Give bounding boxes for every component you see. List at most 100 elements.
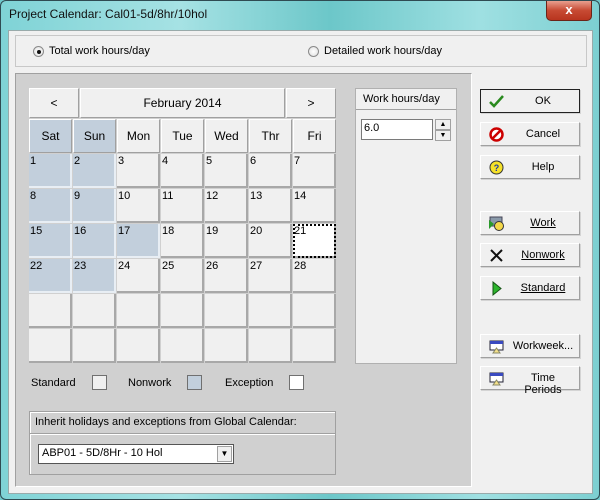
legend-nonwork-label: Nonwork	[128, 377, 172, 389]
spin-up-icon[interactable]: ▲	[435, 119, 451, 130]
cancel-label: Cancel	[525, 128, 561, 140]
title-bar: Project Calendar: Cal01-5d/8hr/10hol x	[1, 1, 599, 28]
calendar-day-empty[interactable]	[249, 294, 292, 328]
calendar-day-6[interactable]: 6	[249, 154, 292, 188]
calendar-day-22[interactable]: 22	[29, 259, 72, 293]
play-triangle-icon	[492, 280, 502, 297]
calendar-day-12[interactable]: 12	[205, 189, 248, 223]
calendar-day-empty[interactable]	[29, 294, 72, 328]
help-label: Help	[531, 161, 555, 173]
time-periods-label: Time Periods	[524, 372, 562, 396]
calendar-day-9[interactable]: 9	[73, 189, 116, 223]
calendar-day-10[interactable]: 10	[117, 189, 160, 223]
calendar-day-28[interactable]: 28	[293, 259, 336, 293]
weekday-header-mon[interactable]: Mon	[117, 119, 160, 153]
weekday-header-sat[interactable]: Sat	[29, 119, 72, 153]
work-hours-spinner: ▲ ▼	[435, 119, 451, 141]
legend-nonwork-swatch	[187, 375, 202, 390]
weekday-header-thr[interactable]: Thr	[249, 119, 292, 153]
workweek-label: Workweek...	[512, 340, 574, 352]
calendar-day-21[interactable]: 21	[293, 224, 336, 258]
calendar-day-empty[interactable]	[293, 294, 336, 328]
hours-mode-group: Total work hours/day Detailed work hours…	[15, 35, 587, 67]
work-hours-input[interactable]: 6.0	[361, 119, 433, 140]
calendar-day-16[interactable]: 16	[73, 224, 116, 258]
total-hours-label: Total work hours/day	[49, 45, 150, 57]
calendar-day-empty[interactable]	[73, 294, 116, 328]
monitor-icon	[489, 372, 504, 386]
calendar-day-3[interactable]: 3	[117, 154, 160, 188]
calendar-day-15[interactable]: 15	[29, 224, 72, 258]
close-button[interactable]: x	[546, 1, 592, 21]
calendar-day-20[interactable]: 20	[249, 224, 292, 258]
work-hours-panel: Work hours/day 6.0 ▲ ▼	[355, 88, 457, 364]
calendar-day-4[interactable]: 4	[161, 154, 204, 188]
standard-label: Standard	[520, 282, 566, 294]
inherit-group: Inherit holidays and exceptions from Glo…	[29, 411, 336, 475]
work-clock-icon	[489, 216, 504, 231]
weekday-header-tue[interactable]: Tue	[161, 119, 204, 153]
calendar-day-17[interactable]: 17	[117, 224, 160, 258]
weekday-header-sun[interactable]: Sun	[73, 119, 116, 153]
standard-button[interactable]: Standard	[480, 276, 580, 300]
work-button[interactable]: Work	[480, 211, 580, 235]
calendar-nav: < February 2014 >	[29, 88, 336, 118]
calendar-day-empty[interactable]	[117, 294, 160, 328]
calendar-day-5[interactable]: 5	[205, 154, 248, 188]
prev-month-button[interactable]: <	[29, 88, 79, 118]
nonwork-button[interactable]: Nonwork	[480, 243, 580, 267]
calendar-day-13[interactable]: 13	[249, 189, 292, 223]
radio-selected-icon	[33, 45, 44, 57]
total-hours-radio[interactable]: Total work hours/day	[33, 45, 150, 57]
ok-button[interactable]: OK	[480, 89, 580, 113]
weekday-header-wed[interactable]: Wed	[205, 119, 248, 153]
calendar-day-8[interactable]: 8	[29, 189, 72, 223]
calendar-day-empty[interactable]	[161, 329, 204, 363]
calendar-day-empty[interactable]	[117, 329, 160, 363]
nonwork-label: Nonwork	[521, 249, 565, 261]
calendar-day-14[interactable]: 14	[293, 189, 336, 223]
calendar-panel: < February 2014 > Sat Sun Mon Tue Wed Thr Fri 1…	[15, 73, 472, 487]
calendar-day-18[interactable]: 18	[161, 224, 204, 258]
calendar-day-25[interactable]: 25	[161, 259, 204, 293]
calendar-day-27[interactable]: 27	[249, 259, 292, 293]
dialog-title: Project Calendar: Cal01-5d/8hr/10hol	[9, 7, 208, 21]
calendar: < February 2014 > Sat Sun Mon Tue Wed Thr Fri 1…	[29, 88, 336, 364]
calendar-day-empty[interactable]	[73, 329, 116, 363]
svg-text:?: ?	[494, 163, 500, 173]
monitor-icon	[489, 340, 504, 354]
calendar-day-empty[interactable]	[161, 294, 204, 328]
global-calendar-select[interactable]: ABP01 - 5D/8Hr - 10 Hol ▼	[38, 444, 234, 464]
help-button[interactable]: ? Help	[480, 155, 580, 179]
calendar-day-11[interactable]: 11	[161, 189, 204, 223]
help-icon: ?	[489, 160, 504, 175]
weekday-header-fri[interactable]: Fri	[293, 119, 336, 153]
workweek-button[interactable]: Workweek...	[480, 334, 580, 358]
detailed-hours-label: Detailed work hours/day	[324, 45, 443, 57]
calendar-day-7[interactable]: 7	[293, 154, 336, 188]
time-periods-button[interactable]: Time Periods	[480, 366, 580, 396]
calendar-day-empty[interactable]	[205, 329, 248, 363]
calendar-day-19[interactable]: 19	[205, 224, 248, 258]
calendar-day-empty[interactable]	[293, 329, 336, 363]
spin-down-icon[interactable]: ▼	[435, 130, 451, 141]
detailed-hours-radio[interactable]: Detailed work hours/day	[308, 45, 442, 57]
calendar-day-empty[interactable]	[249, 329, 292, 363]
calendar-day-1[interactable]: 1	[29, 154, 72, 188]
work-label: Work	[530, 217, 556, 229]
calendar-day-2[interactable]: 2	[73, 154, 116, 188]
ok-label: OK	[535, 95, 551, 107]
cancel-button[interactable]: Cancel	[480, 122, 580, 146]
cancel-icon	[489, 127, 504, 142]
next-month-button[interactable]: >	[286, 88, 336, 118]
radio-unselected-icon	[308, 45, 319, 57]
calendar-day-24[interactable]: 24	[117, 259, 160, 293]
dropdown-arrow-icon[interactable]: ▼	[217, 446, 232, 462]
checkmark-icon	[489, 95, 504, 108]
calendar-day-empty[interactable]	[205, 294, 248, 328]
calendar-day-26[interactable]: 26	[205, 259, 248, 293]
calendar-day-23[interactable]: 23	[73, 259, 116, 293]
legend: Standard Nonwork Exception	[29, 374, 329, 394]
calendar-day-empty[interactable]	[29, 329, 72, 363]
legend-exception-label: Exception	[225, 377, 274, 389]
